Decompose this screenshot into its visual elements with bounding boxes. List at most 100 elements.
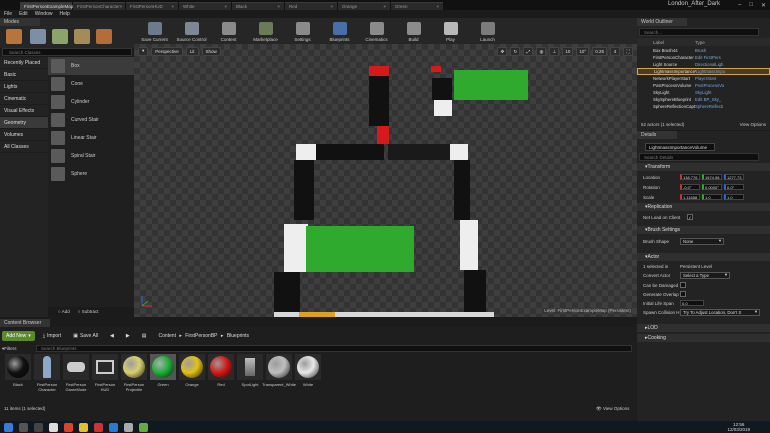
angle-snap-value[interactable]: 10° bbox=[576, 47, 590, 56]
category-item[interactable]: Geometry bbox=[0, 117, 48, 129]
asset-tile[interactable]: White bbox=[294, 354, 322, 400]
close-icon[interactable]: ✕ bbox=[761, 2, 766, 9]
brush-shape-dropdown[interactable]: None ▾ bbox=[680, 237, 724, 245]
world-outliner-tab[interactable]: World Outliner bbox=[637, 18, 687, 26]
replication-section[interactable]: ▾ Replication bbox=[637, 203, 770, 211]
scale-tool-icon[interactable]: ⤢ bbox=[523, 47, 534, 56]
file-explorer-icon[interactable] bbox=[79, 422, 88, 432]
outliner-row[interactable]: SkySphereBlueprint Edit BP_Sky_ bbox=[637, 96, 770, 103]
asset-tile[interactable]: Black bbox=[4, 354, 32, 400]
folder-icon[interactable]: ▤ bbox=[138, 331, 151, 341]
foliage-mode-icon[interactable] bbox=[74, 29, 90, 44]
import-button[interactable]: ⤓ Import bbox=[39, 331, 65, 341]
content-view-options[interactable]: 👁 View Options bbox=[596, 406, 629, 412]
save-all-button[interactable]: ▣ Save All bbox=[69, 331, 102, 341]
toolbar-button[interactable]: Content bbox=[210, 18, 247, 44]
geometry-mode-icon[interactable] bbox=[96, 29, 112, 44]
document-tab[interactable]: FirstPersonHUD × bbox=[126, 2, 178, 10]
breadcrumb-firstpersonbp[interactable]: FirstPersonBP bbox=[185, 333, 217, 339]
close-icon[interactable]: × bbox=[224, 4, 227, 9]
cooking-section[interactable]: ▸ Cooking bbox=[637, 334, 770, 342]
outliner-row[interactable]: PostProcessVolume PostProcessVo bbox=[637, 82, 770, 89]
scale-snap-value[interactable]: 0.25 bbox=[592, 47, 607, 56]
back-icon[interactable]: ◀ bbox=[106, 331, 118, 341]
close-icon[interactable]: × bbox=[383, 4, 386, 9]
place-item[interactable]: Linear Stair bbox=[48, 129, 134, 147]
document-tab[interactable]: Orange × bbox=[338, 2, 390, 10]
task-view-icon[interactable] bbox=[34, 422, 43, 432]
asset-tile[interactable]: FirstPerson HUD bbox=[91, 354, 119, 400]
content-browser-tab[interactable]: Content Browser bbox=[0, 319, 50, 327]
lit-button[interactable]: Lit bbox=[185, 46, 199, 56]
toolbar-button[interactable]: Marketplace bbox=[247, 18, 284, 44]
scale-z[interactable]: 1.0 bbox=[724, 194, 744, 200]
document-tab[interactable]: FirstPersonCharacter × bbox=[73, 2, 125, 10]
brush-settings-section[interactable]: ▾ Brush Settings bbox=[637, 226, 770, 234]
toolbar-button[interactable]: Source Control bbox=[173, 18, 210, 44]
location-x[interactable]: 138.776 bbox=[680, 174, 700, 180]
blueprints-search-input[interactable]: Search Blueprints bbox=[36, 345, 632, 352]
asset-tile[interactable]: Orange bbox=[178, 354, 206, 400]
search-classes-input[interactable]: Search Classes bbox=[2, 48, 132, 56]
level-viewport[interactable]: ▾ Perspective Lit Show ✥ ↻ ⤢ ◍ ⊥ 10 10° … bbox=[134, 44, 637, 317]
generate-overlap-checkbox[interactable] bbox=[680, 291, 686, 297]
details-tab[interactable]: Details bbox=[637, 131, 677, 139]
col-type[interactable]: Type bbox=[695, 40, 705, 45]
place-mode-icon[interactable] bbox=[6, 29, 22, 44]
filters-button[interactable]: ▾ Filters bbox=[2, 345, 32, 352]
spawn-collision-dropdown[interactable]: Try To Adjust Location, Don't S ▾ bbox=[680, 308, 760, 316]
place-item[interactable]: Sphere bbox=[48, 165, 134, 183]
menu-help[interactable]: Help bbox=[59, 11, 69, 17]
rotation-x[interactable]: -0.0° bbox=[680, 184, 700, 190]
add-new-button[interactable]: Add New ▾ bbox=[2, 331, 35, 341]
system-clock[interactable]: 12:56 12/03/2019 bbox=[727, 421, 750, 432]
document-tab[interactable]: Black × bbox=[232, 2, 284, 10]
outliner-view-options[interactable]: View Options bbox=[740, 122, 766, 127]
details-search-input[interactable]: Search Details bbox=[639, 153, 759, 161]
lod-section[interactable]: ▸ LOD bbox=[637, 324, 770, 332]
close-icon[interactable]: × bbox=[436, 4, 439, 9]
perspective-button[interactable]: Perspective bbox=[151, 46, 183, 56]
toolbar-button[interactable]: Play bbox=[432, 18, 469, 44]
scale-x[interactable]: 1.11658 bbox=[680, 194, 700, 200]
minimize-icon[interactable]: – bbox=[738, 2, 741, 8]
asset-tile[interactable]: Green bbox=[149, 354, 177, 400]
document-tab[interactable]: White × bbox=[179, 2, 231, 10]
app-icon[interactable] bbox=[139, 422, 148, 432]
close-icon[interactable]: × bbox=[277, 4, 280, 9]
app-icon[interactable] bbox=[109, 422, 118, 432]
app-icon[interactable] bbox=[124, 422, 133, 432]
outliner-row[interactable]: LightmassImportanceVolumLightmassImpo bbox=[637, 68, 770, 75]
place-item[interactable]: Cone bbox=[48, 75, 134, 93]
category-item[interactable]: Lights bbox=[0, 81, 48, 93]
viewport-options-button[interactable]: ▾ bbox=[138, 46, 149, 56]
toolbar-button[interactable]: Settings bbox=[284, 18, 321, 44]
landscape-mode-icon[interactable] bbox=[52, 29, 68, 44]
outliner-row[interactable]: NetworkPlayerStart PlayerStart bbox=[637, 75, 770, 82]
category-item[interactable]: Basic bbox=[0, 69, 48, 81]
can-be-damaged-checkbox[interactable] bbox=[680, 282, 686, 288]
location-z[interactable]: 1277.73 bbox=[724, 174, 744, 180]
document-tab[interactable]: Green × bbox=[391, 2, 443, 10]
actor-section[interactable]: ▾ Actor bbox=[637, 253, 770, 261]
surface-snap-icon[interactable]: ⊥ bbox=[549, 47, 560, 56]
maximize-icon[interactable]: □ bbox=[749, 2, 753, 8]
outliner-row[interactable]: SkyLight SkyLight bbox=[637, 89, 770, 96]
menu-edit[interactable]: Edit bbox=[19, 11, 28, 17]
forward-icon[interactable]: ▶ bbox=[122, 331, 134, 341]
modes-tab[interactable]: Modes bbox=[0, 18, 40, 26]
convert-actor-dropdown[interactable]: Select a Type ▾ bbox=[680, 271, 730, 279]
document-tab[interactable]: Red × bbox=[285, 2, 337, 10]
net-load-checkbox[interactable]: ✓ bbox=[687, 214, 693, 220]
unreal-engine-icon[interactable] bbox=[49, 422, 58, 432]
asset-tile[interactable]: FirstPerson Character bbox=[33, 354, 61, 400]
outliner-row[interactable]: SphereReflectionCaptureSphereReflecti bbox=[637, 103, 770, 110]
asset-tile[interactable]: FirstPerson Projectile bbox=[120, 354, 148, 400]
rotation-z[interactable]: 0.0° bbox=[724, 184, 744, 190]
translate-tool-icon[interactable]: ✥ bbox=[497, 47, 508, 56]
asset-tile[interactable]: FirstPerson GameMode bbox=[62, 354, 90, 400]
toolbar-button[interactable]: Build bbox=[395, 18, 432, 44]
toolbar-button[interactable]: Launch bbox=[469, 18, 506, 44]
grid-snap-value[interactable]: 10 bbox=[562, 47, 574, 56]
outliner-row[interactable]: Box Brush44 Brush bbox=[637, 47, 770, 54]
